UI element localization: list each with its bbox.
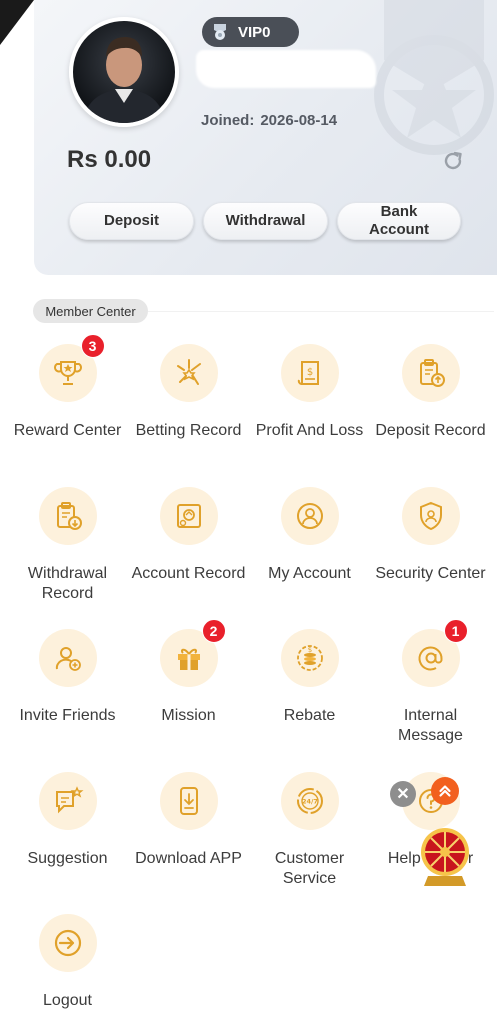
joined-date-value: 2026-08-14 — [260, 112, 338, 129]
clipboard-down-icon-circle — [38, 487, 97, 545]
vip-badge: VIP0 — [202, 17, 299, 47]
add-user-icon-circle — [38, 629, 97, 687]
menu-item-withdrawal-record[interactable]: Withdrawal Record — [7, 487, 128, 604]
phone-download-icon — [179, 787, 198, 815]
svg-text:$: $ — [306, 367, 312, 378]
safe-icon — [176, 504, 201, 528]
menu-item-label: My Account — [268, 565, 351, 582]
menu-item-customer-service[interactable]: 24/7 Customer Service — [249, 772, 370, 889]
menu-item-label: Mission — [161, 707, 216, 724]
menu-item-profit-and-loss[interactable]: $ Profit And Loss — [249, 344, 370, 441]
gift-icon — [177, 648, 200, 670]
bank-account-button[interactable]: Bank Account — [337, 202, 461, 240]
svg-text:24/7: 24/7 — [302, 798, 318, 806]
menu-item-label: Profit And Loss — [255, 422, 364, 439]
menu-item-label: Reward Center — [13, 422, 122, 439]
ledger-icon: $ — [297, 361, 319, 385]
notification-badge: 3 — [80, 334, 105, 358]
menu-item-betting-record[interactable]: Betting Record — [128, 344, 249, 441]
menu-item-rebate[interactable]: $ Rebate — [249, 629, 370, 726]
menu-item-label: Download APP — [135, 850, 242, 867]
menu-item-my-account[interactable]: My Account — [249, 487, 370, 584]
menu-item-label: Rebate — [283, 707, 336, 724]
at-icon-circle: 1 — [401, 619, 468, 687]
menu-item-download-app[interactable]: Download APP — [128, 772, 249, 869]
profile-page: VIP0 Joined: 2026-08-14 Rs 0.00 Deposit W… — [0, 0, 497, 1024]
logout-icon — [54, 929, 81, 957]
section-divider — [148, 311, 494, 312]
scroll-top-button[interactable] — [431, 777, 459, 805]
menu-item-logout[interactable]: Logout — [7, 914, 128, 1011]
menu-item-label: Suggestion — [27, 850, 108, 867]
support-247-icon-circle: 24/7 — [280, 772, 339, 830]
menu-item-mission[interactable]: 2 Mission — [128, 619, 249, 726]
medal-watermark-icon — [374, 0, 494, 155]
gift-icon-circle: 2 — [159, 619, 226, 687]
withdrawal-button[interactable]: Withdrawal — [203, 202, 328, 240]
menu-item-security-center[interactable]: Security Center — [370, 487, 491, 584]
add-user-icon — [55, 647, 81, 671]
menu-item-label: Account Record — [131, 565, 246, 582]
joined-date: Joined: 2026-08-14 — [201, 112, 337, 129]
coins-icon-circle: $ — [280, 629, 339, 687]
balance-amount: Rs 0.00 — [67, 146, 152, 173]
double-chevron-up-icon — [439, 785, 451, 797]
at-icon — [418, 646, 443, 671]
avatar[interactable] — [69, 17, 179, 127]
menu-item-label: Logout — [43, 992, 92, 1009]
logout-icon-circle — [38, 914, 97, 972]
close-float-button[interactable]: ✕ — [390, 781, 416, 807]
user-icon — [296, 503, 323, 529]
betting-icon-circle — [159, 344, 218, 402]
vip-label: VIP0 — [238, 23, 271, 41]
shield-icon-circle — [401, 487, 460, 545]
vip-crown-icon — [214, 24, 226, 40]
member-center-title: Member Center — [33, 299, 148, 323]
menu-item-label: Betting Record — [135, 422, 242, 439]
chat-star-icon — [55, 786, 83, 814]
betting-icon — [176, 359, 201, 385]
menu-item-label: Deposit Record — [375, 422, 486, 439]
support-247-icon: 24/7 — [296, 788, 323, 814]
clipboard-down-icon — [56, 502, 82, 530]
ledger-icon-circle: $ — [280, 344, 339, 402]
chat-star-icon-circle — [38, 772, 97, 830]
clipboard-up-icon-circle — [401, 344, 460, 402]
menu-item-suggestion[interactable]: Suggestion — [7, 772, 128, 869]
trophy-icon — [53, 361, 82, 385]
trophy-icon-circle: 3 — [38, 334, 105, 402]
menu-item-label: Customer Service — [274, 850, 345, 887]
deposit-button[interactable]: Deposit — [69, 202, 194, 240]
username-redacted — [196, 50, 376, 88]
menu-item-label: Invite Friends — [19, 707, 116, 724]
notification-badge: 2 — [201, 619, 226, 643]
phone-download-icon-circle — [159, 772, 218, 830]
menu-item-reward-center[interactable]: 3 Reward Center — [7, 334, 128, 441]
menu-item-label: Internal Message — [398, 707, 463, 744]
user-icon-circle — [280, 487, 339, 545]
menu-item-invite-friends[interactable]: Invite Friends — [7, 629, 128, 726]
menu-item-label: Withdrawal Record — [27, 565, 108, 602]
joined-label: Joined: — [201, 112, 255, 129]
refresh-icon[interactable] — [441, 149, 465, 173]
menu-item-internal-message[interactable]: 1 Internal Message — [370, 619, 491, 746]
menu-item-account-record[interactable]: Account Record — [128, 487, 249, 584]
shield-icon — [419, 501, 442, 531]
clipboard-up-icon — [419, 359, 445, 387]
corner-decoration — [0, 0, 34, 45]
safe-icon-circle — [159, 487, 218, 545]
lucky-wheel-icon[interactable] — [418, 826, 472, 888]
menu-item-deposit-record[interactable]: Deposit Record — [370, 344, 491, 441]
menu-item-label: Security Center — [375, 565, 486, 582]
notification-badge: 1 — [443, 619, 468, 643]
coins-icon: $ — [296, 645, 323, 671]
svg-text:$: $ — [307, 646, 311, 654]
